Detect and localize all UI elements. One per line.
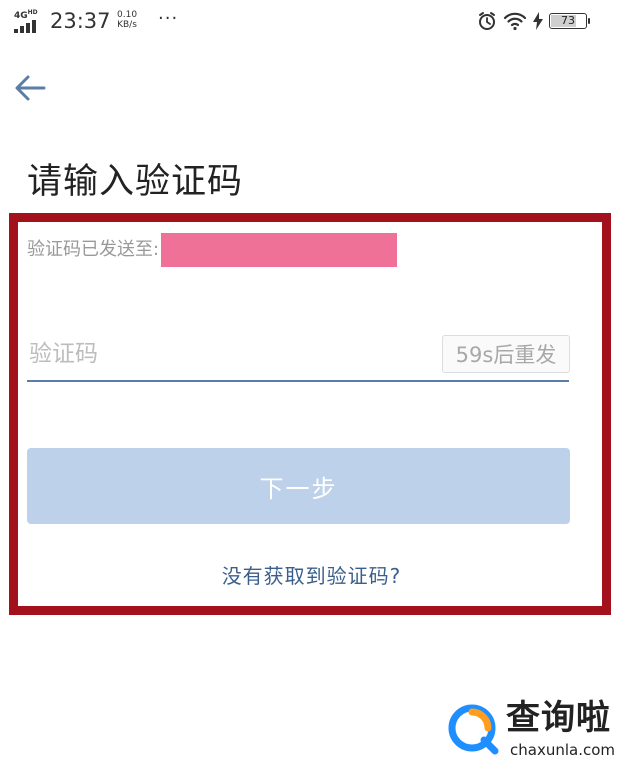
sent-to-label: 验证码已发送至: xyxy=(27,239,160,260)
battery-icon: 73 xyxy=(549,13,590,29)
watermark-url: chaxunla.com xyxy=(510,741,615,759)
status-icons: 73 xyxy=(477,9,590,33)
speed-unit: KB/s xyxy=(117,20,137,30)
page-title: 请输入验证码 xyxy=(27,162,244,202)
next-step-button[interactable]: 下一步 xyxy=(27,448,570,524)
watermark-title: 查询啦 xyxy=(506,698,611,738)
signal-bars-icon xyxy=(14,20,36,33)
wifi-icon xyxy=(503,12,527,31)
battery-percent: 73 xyxy=(561,14,575,27)
redacted-phone-number xyxy=(161,233,398,267)
alarm-clock-icon xyxy=(479,12,495,30)
highlight-annotation-box xyxy=(9,213,611,615)
charging-bolt-icon xyxy=(533,12,543,30)
verification-code-input[interactable] xyxy=(27,330,441,378)
input-underline xyxy=(27,380,569,382)
network-hd: HD xyxy=(27,9,38,16)
status-time: 23:37 xyxy=(50,9,111,33)
back-arrow-icon xyxy=(15,75,46,101)
network-speed: 0.10 KB/s xyxy=(117,10,137,30)
watermark-logo: 查询啦 chaxunla.com xyxy=(448,696,618,772)
back-button[interactable] xyxy=(12,70,48,106)
speed-value: 0.10 xyxy=(117,10,138,20)
more-notifications-icon: ··· xyxy=(158,8,179,29)
resend-code-button[interactable]: 59s后重发 xyxy=(442,335,570,373)
no-code-received-link[interactable]: 没有获取到验证码? xyxy=(0,562,623,590)
sent-to-row: 验证码已发送至: xyxy=(27,232,398,268)
magnifier-logo-icon xyxy=(448,704,499,755)
status-bar: 4GHD 23:37 0.10 KB/s ··· 73 xyxy=(0,0,623,44)
signal-indicator: 4GHD xyxy=(14,8,44,34)
